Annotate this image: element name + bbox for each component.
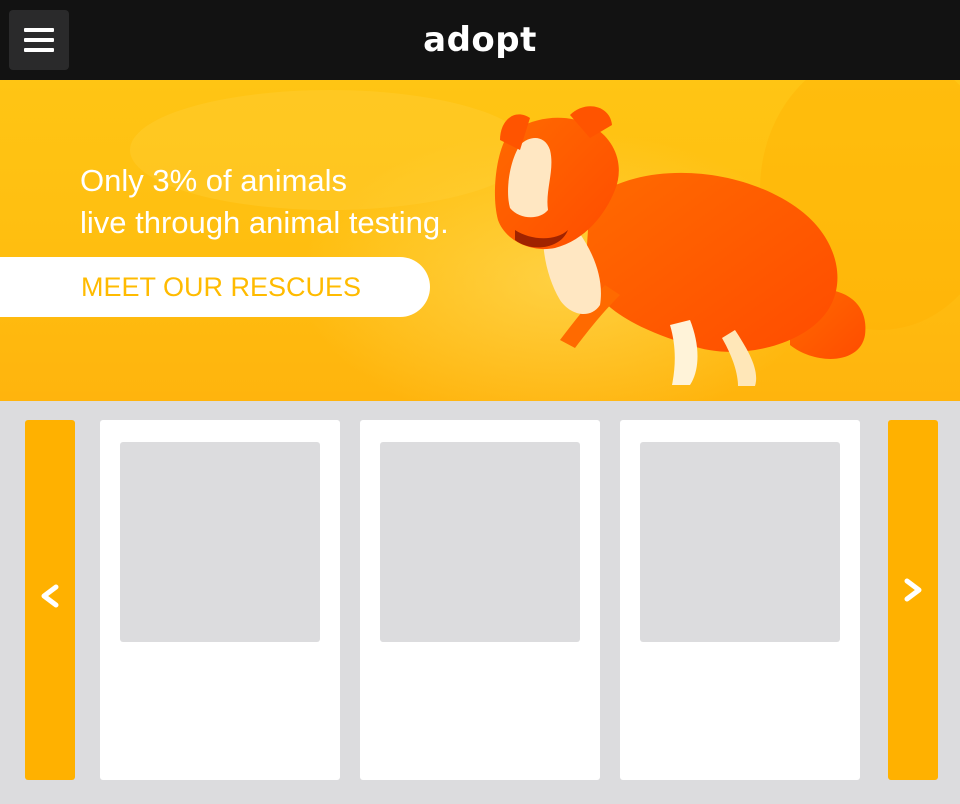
rescue-card[interactable] [360,420,600,780]
rescue-card-image [120,442,320,642]
logo[interactable]: adopt [0,0,960,80]
rescue-card[interactable] [100,420,340,780]
hero-banner: Only 3% of animals live through animal t… [0,80,960,401]
rescue-card-image [640,442,840,642]
rescue-card[interactable] [620,420,860,780]
menu-button[interactable] [9,10,69,70]
carousel-prev-button[interactable] [25,420,75,780]
chevron-left-icon [41,584,59,608]
top-navigation-bar: adopt [0,0,960,80]
rescue-card-image [380,442,580,642]
hero-headline-line-1: Only 3% of animals [80,163,348,198]
chevron-right-icon [904,578,922,602]
carousel-next-button[interactable] [888,420,938,780]
hero-headline: Only 3% of animals live through animal t… [80,160,449,244]
hero-headline-line-2: live through animal testing. [80,205,449,240]
meet-our-rescues-button[interactable]: MEET OUR RESCUES [0,257,430,317]
